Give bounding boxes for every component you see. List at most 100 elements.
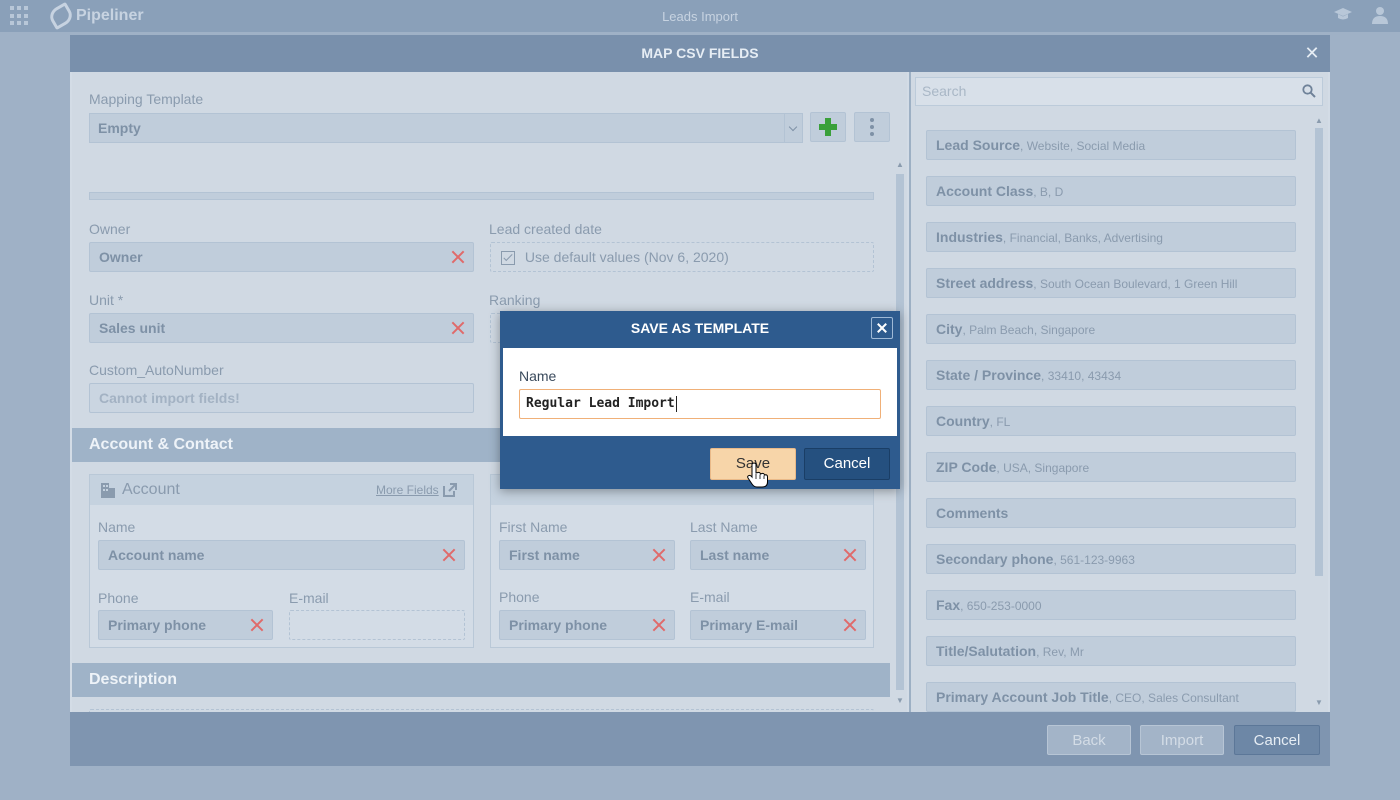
- csv-column-item[interactable]: Lead Source, Website, Social Media: [926, 130, 1296, 160]
- account-card-title: Account: [122, 481, 180, 498]
- account-phone-value: Primary phone: [108, 617, 207, 633]
- mapping-template-value: Empty: [98, 120, 141, 136]
- first-name-label: First Name: [499, 519, 568, 535]
- template-name-value: Regular Lead Import: [526, 396, 675, 411]
- contact-email-value: Primary E-mail: [700, 617, 799, 633]
- remove-account-name-icon[interactable]: [442, 548, 456, 562]
- checkmark-icon: [503, 252, 513, 262]
- remove-first-name-icon[interactable]: [652, 548, 666, 562]
- account-name-value: Account name: [108, 547, 205, 563]
- right-scrollbar-thumb[interactable]: [1315, 128, 1323, 576]
- csv-column-item[interactable]: City, Palm Beach, Singapore: [926, 314, 1296, 344]
- csv-column-item[interactable]: Comments: [926, 498, 1296, 528]
- csv-column-item[interactable]: Fax, 650-253-0000: [926, 590, 1296, 620]
- csv-column-item[interactable]: Account Class, B, D: [926, 176, 1296, 206]
- csv-column-name: Account Class: [936, 183, 1034, 199]
- text-caret: [675, 395, 677, 412]
- csv-column-examples: , B, D: [1033, 185, 1064, 199]
- csv-column-item[interactable]: State / Province, 33410, 43434: [926, 360, 1296, 390]
- custom-autonumber-value: Cannot import fields!: [99, 390, 240, 406]
- modal-close-icon[interactable]: ✕: [1302, 43, 1322, 63]
- cancel-import-button[interactable]: Cancel: [1234, 725, 1320, 755]
- scroll-up-icon[interactable]: ▲: [1315, 116, 1323, 125]
- csv-column-examples: , CEO, Sales Consultant: [1108, 691, 1239, 705]
- contact-phone-field[interactable]: Primary phone: [499, 610, 675, 640]
- contact-card: First Name First name Last Name Last nam…: [490, 474, 874, 648]
- owner-value: Owner: [99, 249, 143, 265]
- graduation-cap-icon[interactable]: [1334, 8, 1352, 22]
- save-as-template-dialog: SAVE AS TEMPLATE Name Regular Lead Impor…: [500, 311, 900, 489]
- lead-created-date-field[interactable]: Use default values (Nov 6, 2020): [490, 242, 874, 272]
- dialog-close-icon[interactable]: [871, 317, 893, 339]
- add-template-button[interactable]: [810, 112, 846, 142]
- csv-column-item[interactable]: Industries, Financial, Banks, Advertisin…: [926, 222, 1296, 252]
- remove-unit-icon[interactable]: [451, 321, 465, 335]
- csv-column-item[interactable]: Country, FL: [926, 406, 1296, 436]
- account-email-field[interactable]: [289, 610, 465, 640]
- chevron-down-icon: [784, 114, 802, 142]
- back-button[interactable]: Back: [1047, 725, 1131, 755]
- csv-column-name: Lead Source: [936, 137, 1021, 153]
- unit-label: Unit *: [89, 292, 124, 308]
- remove-contact-email-icon[interactable]: [843, 618, 857, 632]
- modal-title: MAP CSV FIELDS: [641, 45, 759, 61]
- contact-email-field[interactable]: Primary E-mail: [690, 610, 866, 640]
- owner-field[interactable]: Owner: [89, 242, 474, 272]
- csv-column-name: ZIP Code: [936, 459, 997, 475]
- csv-column-name: City: [936, 321, 963, 337]
- scroll-down-icon[interactable]: ▼: [1315, 698, 1323, 707]
- remove-last-name-icon[interactable]: [843, 548, 857, 562]
- csv-column-name: Title/Salutation: [936, 643, 1037, 659]
- mapping-template-select[interactable]: Empty: [89, 113, 803, 143]
- csv-column-name: State / Province: [936, 367, 1042, 383]
- csv-column-item[interactable]: ZIP Code, USA, Singapore: [926, 452, 1296, 482]
- description-section-header[interactable]: Description: [72, 663, 890, 697]
- partial-field: [89, 192, 874, 200]
- scroll-up-icon[interactable]: ▲: [896, 160, 904, 169]
- csv-column-name: Fax: [936, 597, 961, 613]
- lead-created-date-label: Lead created date: [489, 221, 602, 237]
- unit-field[interactable]: Sales unit: [89, 313, 474, 343]
- csv-column-item[interactable]: Street address, South Ocean Boulevard, 1…: [926, 268, 1296, 298]
- more-fields-link[interactable]: More Fields: [376, 483, 439, 497]
- remove-contact-phone-icon[interactable]: [652, 618, 666, 632]
- remove-account-phone-icon[interactable]: [250, 618, 264, 632]
- column-search-input[interactable]: Search: [915, 77, 1323, 106]
- right-pane-scrollbar[interactable]: ▲ ▼: [1313, 116, 1325, 710]
- account-phone-field[interactable]: Primary phone: [98, 610, 273, 640]
- user-icon[interactable]: [1372, 6, 1388, 24]
- dialog-body: Name Regular Lead Import: [503, 348, 897, 436]
- cancel-template-button[interactable]: Cancel: [804, 448, 890, 480]
- hand-pointer-icon: [747, 462, 768, 488]
- owner-label: Owner: [89, 221, 131, 237]
- csv-column-examples: , USA, Singapore: [996, 461, 1090, 475]
- ranking-label: Ranking: [489, 292, 541, 308]
- csv-column-item[interactable]: Title/Salutation, Rev, Mr: [926, 636, 1296, 666]
- template-name-label: Name: [519, 368, 557, 384]
- default-values-checkbox[interactable]: [501, 251, 515, 266]
- account-card-header: Account More Fields: [90, 475, 473, 505]
- account-email-label: E-mail: [289, 590, 329, 606]
- remove-owner-icon[interactable]: [451, 250, 465, 264]
- csv-column-name: Secondary phone: [936, 551, 1054, 567]
- search-icon[interactable]: [1302, 84, 1316, 98]
- external-link-icon[interactable]: [442, 482, 458, 498]
- csv-column-item[interactable]: Secondary phone, 561-123-9963: [926, 544, 1296, 574]
- scroll-down-icon[interactable]: ▼: [896, 696, 904, 705]
- csv-column-name: Primary Account Job Title: [936, 689, 1109, 705]
- template-name-input[interactable]: Regular Lead Import: [519, 389, 881, 419]
- building-icon: [101, 483, 115, 498]
- import-button[interactable]: Import: [1140, 725, 1224, 755]
- template-menu-button[interactable]: [854, 112, 890, 142]
- csv-column-examples: , 561-123-9963: [1053, 553, 1135, 567]
- account-card: Account More Fields Name Account name Ph…: [89, 474, 474, 648]
- first-name-field[interactable]: First name: [499, 540, 675, 570]
- csv-column-examples: , Financial, Banks, Advertising: [1002, 231, 1163, 245]
- last-name-field[interactable]: Last name: [690, 540, 866, 570]
- csv-column-item[interactable]: Primary Account Job Title, CEO, Sales Co…: [926, 682, 1296, 712]
- csv-column-name: Comments: [936, 505, 1009, 521]
- account-name-field[interactable]: Account name: [98, 540, 465, 570]
- csv-column-name: Country: [936, 413, 990, 429]
- plus-icon: [819, 118, 837, 136]
- search-placeholder: Search: [922, 83, 967, 99]
